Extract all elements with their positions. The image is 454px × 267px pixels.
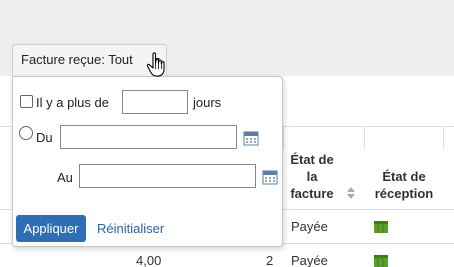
days-count-input[interactable]	[122, 90, 188, 114]
sort-icon[interactable]	[347, 187, 355, 199]
quantity-cell: 2	[266, 253, 274, 267]
apply-button[interactable]: Appliquer	[16, 215, 86, 242]
reception-status-icon	[374, 221, 388, 233]
invoice-state-cell: Payée	[291, 219, 328, 234]
calendar-icon[interactable]	[243, 130, 259, 146]
to-label: Au	[57, 170, 73, 185]
calendar-icon[interactable]	[262, 169, 278, 185]
days-unit-label: jours	[193, 95, 222, 110]
reception-status-icon	[374, 255, 388, 267]
invoice-received-filter-button[interactable]: Facture reçue: Tout	[12, 44, 167, 76]
date-range-radio[interactable]	[19, 126, 33, 140]
column-divider	[364, 126, 365, 149]
column-header-reception-state[interactable]: État de réception	[366, 168, 442, 202]
more-than-days-checkbox[interactable]	[20, 95, 33, 108]
column-divider	[283, 126, 284, 149]
from-date-input[interactable]	[60, 125, 237, 149]
to-date-input[interactable]	[79, 164, 256, 188]
hand-cursor-icon	[146, 52, 165, 77]
from-label: Du	[36, 130, 53, 145]
column-header-invoice-state[interactable]: État de la facture	[286, 151, 338, 202]
more-than-label: Il y a plus de	[36, 95, 109, 110]
invoice-state-cell: Payée	[291, 253, 328, 267]
reset-link[interactable]: Réinitialiser	[97, 221, 164, 236]
amount-cell: 4,00	[136, 253, 162, 267]
filter-button-label: Facture reçue: Tout	[21, 52, 133, 67]
column-divider	[443, 126, 444, 149]
